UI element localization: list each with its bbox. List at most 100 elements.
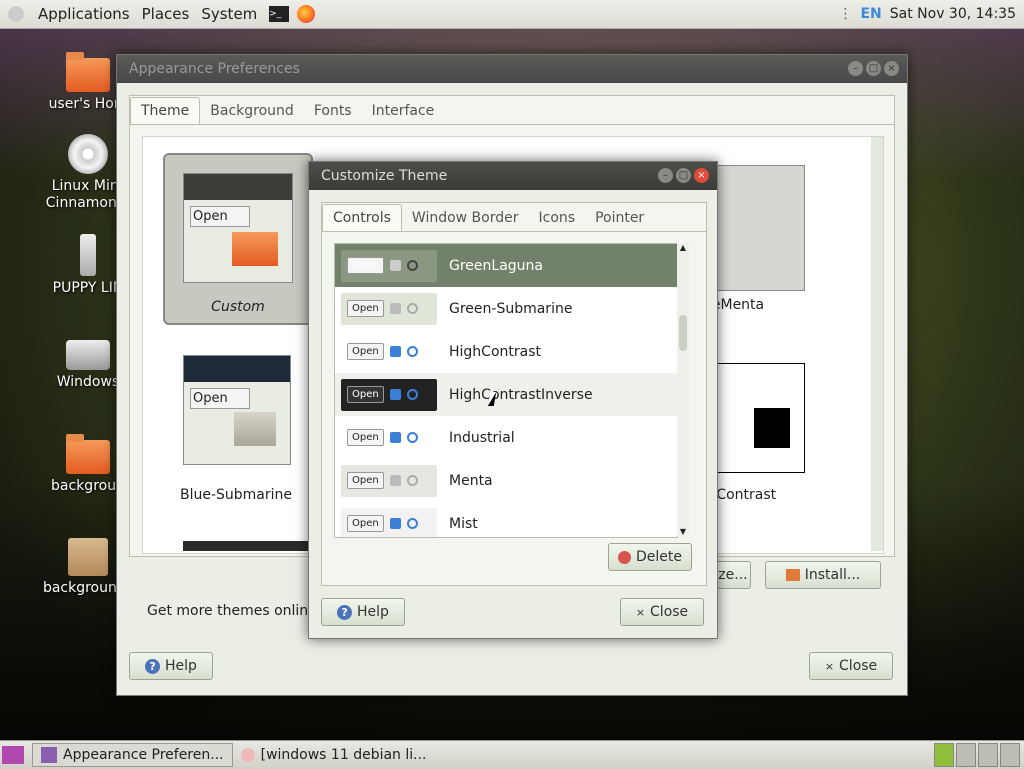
preview-open-button: Open: [347, 300, 384, 317]
theme-name: HighContrast: [449, 343, 541, 360]
help-button[interactable]: ? Help: [129, 652, 213, 680]
help-button[interactable]: ? Help: [321, 598, 405, 626]
radio-icon: [406, 389, 418, 400]
check-icon: [389, 346, 401, 357]
tab-background[interactable]: Background: [200, 98, 304, 124]
theme-preview: Open: [341, 507, 437, 537]
task-label: [windows 11 debian li...: [260, 747, 427, 763]
tab-icons[interactable]: Icons: [529, 205, 586, 231]
preview-open-button: Open: [190, 206, 250, 227]
help-label: Help: [165, 658, 197, 674]
package-icon: [785, 569, 800, 581]
workspace-3[interactable]: [978, 743, 998, 767]
menu-applications[interactable]: Applications: [32, 5, 136, 23]
tab-theme[interactable]: Theme: [130, 97, 201, 124]
keyboard-icon[interactable]: ⋮: [838, 6, 852, 22]
theme-grid-scrollbar[interactable]: [871, 137, 883, 551]
theme-name: HighContrastInverse: [449, 386, 593, 403]
appearance-titlebar[interactable]: Appearance Preferences – □ ×: [117, 55, 907, 83]
theme-blue-submarine[interactable]: Open Blue-Submarine: [180, 353, 309, 513]
close-icon[interactable]: ×: [694, 168, 709, 183]
delete-icon: [618, 550, 631, 564]
mint-logo-icon[interactable]: [8, 6, 24, 22]
close-label: Close: [839, 658, 878, 674]
theme-label: Custom: [211, 299, 265, 315]
menu-system[interactable]: System: [195, 5, 263, 23]
terminal-icon[interactable]: >_: [269, 6, 290, 22]
list-item[interactable]: Open Green-Submarine: [335, 287, 677, 330]
tab-interface[interactable]: Interface: [362, 98, 445, 124]
preview-open-button: Open: [347, 257, 384, 274]
clock[interactable]: Sat Nov 30, 14:35: [890, 6, 1016, 22]
language-indicator[interactable]: EN: [860, 6, 881, 22]
maximize-icon[interactable]: □: [676, 168, 691, 183]
theme-name: Green-Submarine: [449, 300, 573, 317]
close-button[interactable]: × Close: [809, 652, 893, 680]
theme-preview-partial: [183, 541, 311, 551]
preview-open-button: Open: [190, 388, 250, 409]
scroll-up-icon[interactable]: ▲: [677, 243, 689, 252]
theme-bluementa[interactable]: ueMenta: [703, 163, 823, 323]
check-icon: [389, 260, 401, 271]
tab-fonts[interactable]: Fonts: [304, 98, 362, 124]
install-label: Install...: [804, 567, 861, 583]
close-icon[interactable]: ×: [884, 61, 899, 76]
delete-label: Delete: [636, 549, 682, 565]
install-button[interactable]: Install...: [765, 561, 881, 589]
tab-pointer[interactable]: Pointer: [585, 205, 654, 231]
close-button[interactable]: × Close: [620, 598, 704, 626]
show-desktop-icon[interactable]: [2, 746, 24, 764]
tab-controls[interactable]: Controls: [322, 204, 402, 231]
customize-tabs: Controls Window Border Icons Pointer: [322, 203, 706, 232]
theme-preview: Open: [341, 292, 437, 325]
theme-label: Blue-Submarine: [179, 487, 293, 503]
window-title: Appearance Preferences: [129, 61, 300, 77]
close-icon: ×: [635, 605, 646, 619]
firefox-icon[interactable]: [297, 5, 316, 23]
radio-icon: [406, 346, 418, 357]
theme-label: ueMenta: [703, 297, 765, 313]
preview-open-button: Open: [347, 386, 384, 403]
theme-preview: Open: [341, 421, 437, 454]
theme-label: h Contrast: [703, 487, 777, 503]
radio-icon: [406, 303, 418, 314]
list-item[interactable]: Open HighContrast: [335, 330, 677, 373]
tab-window-border[interactable]: Window Border: [402, 205, 529, 231]
theme-custom[interactable]: Open Custom: [163, 153, 313, 325]
list-item[interactable]: Open Mist: [335, 502, 677, 537]
menu-places[interactable]: Places: [136, 5, 196, 23]
theme-high-contrast[interactable]: h Contrast: [703, 363, 823, 523]
scroll-thumb[interactable]: [679, 315, 687, 351]
controls-theme-list[interactable]: Open GreenLaguna Open Green-Submarine Op…: [334, 243, 678, 538]
theme-preview: [703, 363, 805, 473]
list-item[interactable]: Open Menta: [335, 459, 677, 502]
maximize-icon[interactable]: □: [866, 61, 881, 76]
help-icon: ?: [145, 658, 161, 674]
list-item[interactable]: Open Industrial: [335, 416, 677, 459]
theme-preview: Open: [341, 249, 437, 282]
panel-tray: ⋮ EN Sat Nov 30, 14:35: [838, 0, 1016, 28]
get-more-themes-link[interactable]: Get more themes online: [147, 603, 317, 619]
list-item[interactable]: Open HighContrastInverse: [335, 373, 677, 416]
minimize-icon[interactable]: –: [848, 61, 863, 76]
controls-list-scrollbar[interactable]: ▲ ▼: [677, 243, 689, 536]
appearance-app-icon: [41, 747, 57, 763]
task-firefox[interactable]: [windows 11 debian li...: [233, 743, 435, 767]
taskbar: Appearance Preferen... [windows 11 debia…: [0, 740, 1024, 769]
minimize-icon[interactable]: –: [658, 168, 673, 183]
workspace-4[interactable]: [1000, 743, 1020, 767]
preview-open-button: Open: [347, 472, 384, 489]
theme-name: Menta: [449, 472, 493, 489]
list-item[interactable]: Open GreenLaguna: [335, 244, 677, 287]
zip-archive-icon: [68, 538, 108, 576]
delete-button[interactable]: Delete: [608, 543, 692, 571]
workspace-2[interactable]: [956, 743, 976, 767]
dialog-title: Customize Theme: [321, 168, 448, 184]
scroll-down-icon[interactable]: ▼: [677, 527, 689, 536]
task-appearance[interactable]: Appearance Preferen...: [32, 743, 233, 767]
workspace-1[interactable]: [934, 743, 954, 767]
usb-drive-icon: [80, 234, 96, 276]
theme-name: Industrial: [449, 429, 515, 446]
customize-titlebar[interactable]: Customize Theme – □ ×: [309, 162, 717, 190]
theme-name: GreenLaguna: [449, 257, 543, 274]
